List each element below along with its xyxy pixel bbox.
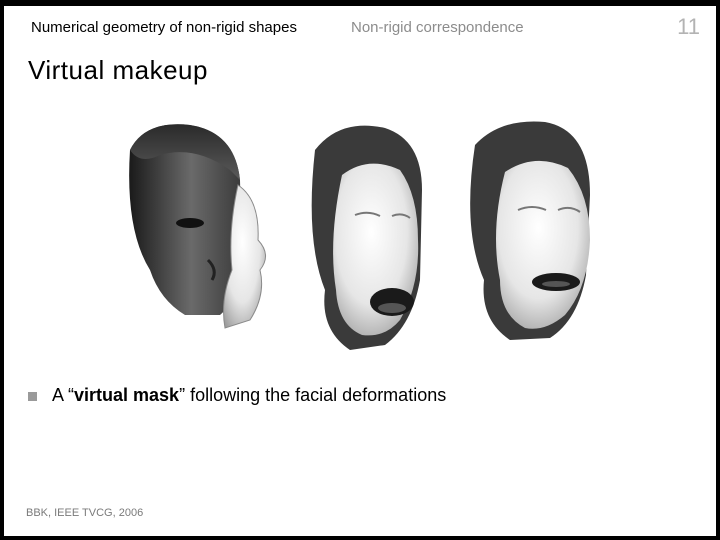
face-scan-1 (129, 124, 266, 329)
topic-title: Non-rigid correspondence (351, 19, 524, 36)
page-number: 11 (677, 14, 700, 39)
course-title: Numerical geometry of non-rigid shapes (31, 19, 297, 36)
slide-title: Virtual makeup (28, 55, 208, 85)
slide: Numerical geometry of non-rigid shapes N… (0, 0, 720, 540)
face-scan-3 (470, 121, 590, 340)
face-scan-2 (311, 125, 422, 350)
citation: BBK, IEEE TVCG, 2006 (26, 507, 144, 519)
face-scan-figure (129, 121, 590, 350)
square-bullet-icon (28, 391, 37, 401)
bullet-item: A “virtual mask” following the facial de… (28, 385, 446, 406)
bullet-text: A “virtual mask” following the facial de… (52, 385, 447, 405)
